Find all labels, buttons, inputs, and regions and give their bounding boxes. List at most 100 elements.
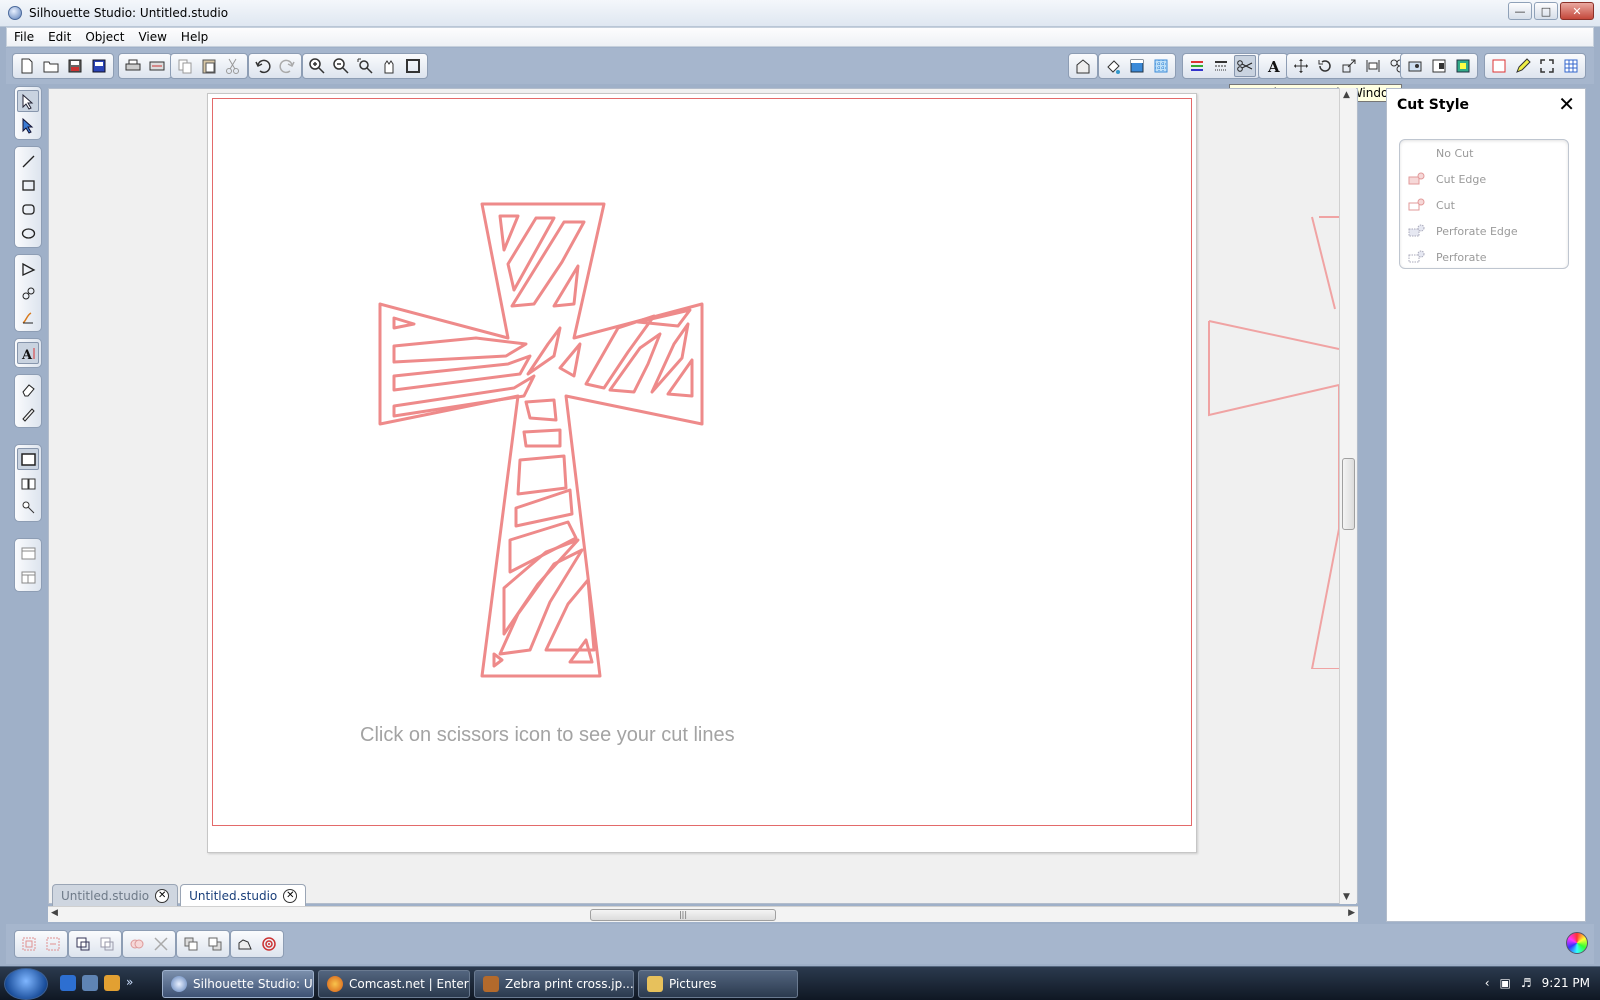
media-player-icon[interactable] (104, 975, 120, 991)
target-icon[interactable] (258, 933, 280, 955)
grid-icon[interactable] (1560, 55, 1582, 77)
layout-single-icon[interactable] (17, 542, 39, 564)
vertical-scroll-thumb[interactable] (1342, 458, 1355, 530)
trace-object-icon[interactable] (234, 933, 256, 955)
volume-icon[interactable]: ♬ (1521, 976, 1532, 990)
cutting-mat-page[interactable]: Click on scissors icon to see your cut l… (207, 93, 1197, 853)
save-icon[interactable] (64, 55, 86, 77)
layout-split-icon[interactable] (17, 566, 39, 588)
text-tool-icon[interactable]: A (17, 342, 39, 364)
make-compound-path-icon[interactable] (72, 933, 94, 955)
taskbar-item-pictures[interactable]: Pictures (638, 970, 798, 998)
weld-icon[interactable] (126, 933, 148, 955)
cut-option-no-cut[interactable]: No Cut (1400, 140, 1568, 166)
close-window-button[interactable]: ✕ (1560, 2, 1594, 20)
line-style-icon[interactable] (1210, 55, 1232, 77)
open-folder-icon[interactable] (40, 55, 62, 77)
design-store-icon[interactable] (1072, 55, 1094, 77)
close-tab-icon[interactable]: ✕ (155, 888, 170, 903)
select-arrow-icon[interactable] (17, 90, 39, 112)
modify-icon[interactable] (1452, 55, 1474, 77)
menu-edit[interactable]: Edit (41, 30, 78, 44)
paste-icon[interactable] (198, 55, 220, 77)
save-to-library-icon[interactable] (88, 55, 110, 77)
cut-style-scissors-icon[interactable] (1234, 55, 1256, 77)
horizontal-scroll-thumb[interactable]: ||| (590, 909, 776, 921)
scroll-down-arrow-icon[interactable]: ▼ (1343, 892, 1350, 902)
fit-to-page-icon[interactable] (402, 55, 424, 77)
vertical-scrollbar[interactable]: ▲ ▼ (1339, 88, 1356, 904)
fullscreen-icon[interactable] (1536, 55, 1558, 77)
page-settings-icon[interactable] (1126, 55, 1148, 77)
align-icon[interactable] (1362, 55, 1384, 77)
rotate-icon[interactable] (1314, 55, 1336, 77)
color-palette-icon[interactable] (1566, 932, 1588, 954)
chevron-more-icon[interactable]: » (126, 975, 133, 991)
scale-icon[interactable] (1338, 55, 1360, 77)
scroll-right-arrow-icon[interactable]: ▶ (1348, 908, 1355, 918)
edit-points-icon[interactable] (17, 114, 39, 136)
taskbar-item-silhouette[interactable]: Silhouette Studio: U... (162, 970, 314, 998)
bring-forward-icon[interactable] (180, 933, 202, 955)
cut-option-cut-edge[interactable]: Cut Edge (1400, 166, 1568, 192)
store-icon[interactable] (17, 496, 39, 518)
text-style-icon[interactable]: A (1262, 55, 1284, 77)
zoom-in-icon[interactable] (306, 55, 328, 77)
fill-color-icon[interactable] (1102, 55, 1124, 77)
rectangle-tool-icon[interactable] (17, 174, 39, 196)
offset-icon[interactable] (1428, 55, 1450, 77)
grid-settings-icon[interactable] (1150, 55, 1172, 77)
line-tool-icon[interactable] (17, 150, 39, 172)
document-tab[interactable]: Untitled.studio ✕ (52, 884, 179, 906)
taskbar-item-image[interactable]: Zebra print cross.jp... (474, 970, 634, 998)
page-view-icon[interactable] (17, 448, 39, 470)
trace-icon[interactable] (1404, 55, 1426, 77)
internet-explorer-icon[interactable] (60, 975, 76, 991)
scroll-up-arrow-icon[interactable]: ▲ (1343, 90, 1350, 100)
cut-option-perforate[interactable]: Perforate (1400, 244, 1568, 270)
zoom-selected-icon[interactable] (354, 55, 376, 77)
ellipse-tool-icon[interactable] (17, 222, 39, 244)
undo-icon[interactable] (252, 55, 274, 77)
curve-tool-icon[interactable] (17, 282, 39, 304)
cut-option-cut[interactable]: Cut (1400, 192, 1568, 218)
maximize-button[interactable]: □ (1534, 2, 1558, 20)
network-icon[interactable]: ▣ (1500, 976, 1511, 990)
knife-icon[interactable] (17, 402, 39, 424)
scroll-left-arrow-icon[interactable]: ◀ (51, 908, 58, 918)
group-icon[interactable] (18, 933, 40, 955)
minimize-button[interactable]: — (1508, 2, 1532, 20)
pan-hand-icon[interactable] (378, 55, 400, 77)
menu-help[interactable]: Help (174, 30, 215, 44)
tray-expand-icon[interactable]: ‹ (1485, 976, 1490, 990)
start-button-icon[interactable] (4, 968, 48, 1000)
line-color-icon[interactable] (1186, 55, 1208, 77)
sketch-pen-icon[interactable] (1512, 55, 1534, 77)
design-workspace[interactable]: Click on scissors icon to see your cut l… (48, 88, 1358, 904)
clock[interactable]: 9:21 PM (1542, 976, 1590, 990)
taskbar-item-firefox[interactable]: Comcast.net | Entert... (318, 970, 470, 998)
freehand-tool-icon[interactable] (17, 306, 39, 328)
move-icon[interactable] (1290, 55, 1312, 77)
send-backward-icon[interactable] (204, 933, 226, 955)
menu-view[interactable]: View (131, 30, 173, 44)
rounded-rectangle-tool-icon[interactable] (17, 198, 39, 220)
cut-option-perforate-edge[interactable]: Perforate Edge (1400, 218, 1568, 244)
polygon-tool-icon[interactable] (17, 258, 39, 280)
eraser-icon[interactable] (17, 378, 39, 400)
close-panel-icon[interactable]: ✕ (1558, 94, 1575, 114)
print-icon[interactable] (122, 55, 144, 77)
release-compound-path-icon[interactable] (96, 933, 118, 955)
zoom-out-icon[interactable] (330, 55, 352, 77)
new-file-icon[interactable] (16, 55, 38, 77)
library-icon[interactable] (17, 472, 39, 494)
horizontal-scrollbar[interactable]: ◀ ||| ▶ (48, 906, 1358, 922)
registration-marks-icon[interactable] (1488, 55, 1510, 77)
show-desktop-icon[interactable] (82, 975, 98, 991)
send-to-cutter-icon[interactable] (146, 55, 168, 77)
menu-file[interactable]: File (7, 30, 41, 44)
redo-icon[interactable] (276, 55, 298, 77)
ungroup-icon[interactable] (42, 933, 64, 955)
release-icon[interactable] (150, 933, 172, 955)
close-tab-icon[interactable]: ✕ (283, 888, 298, 903)
